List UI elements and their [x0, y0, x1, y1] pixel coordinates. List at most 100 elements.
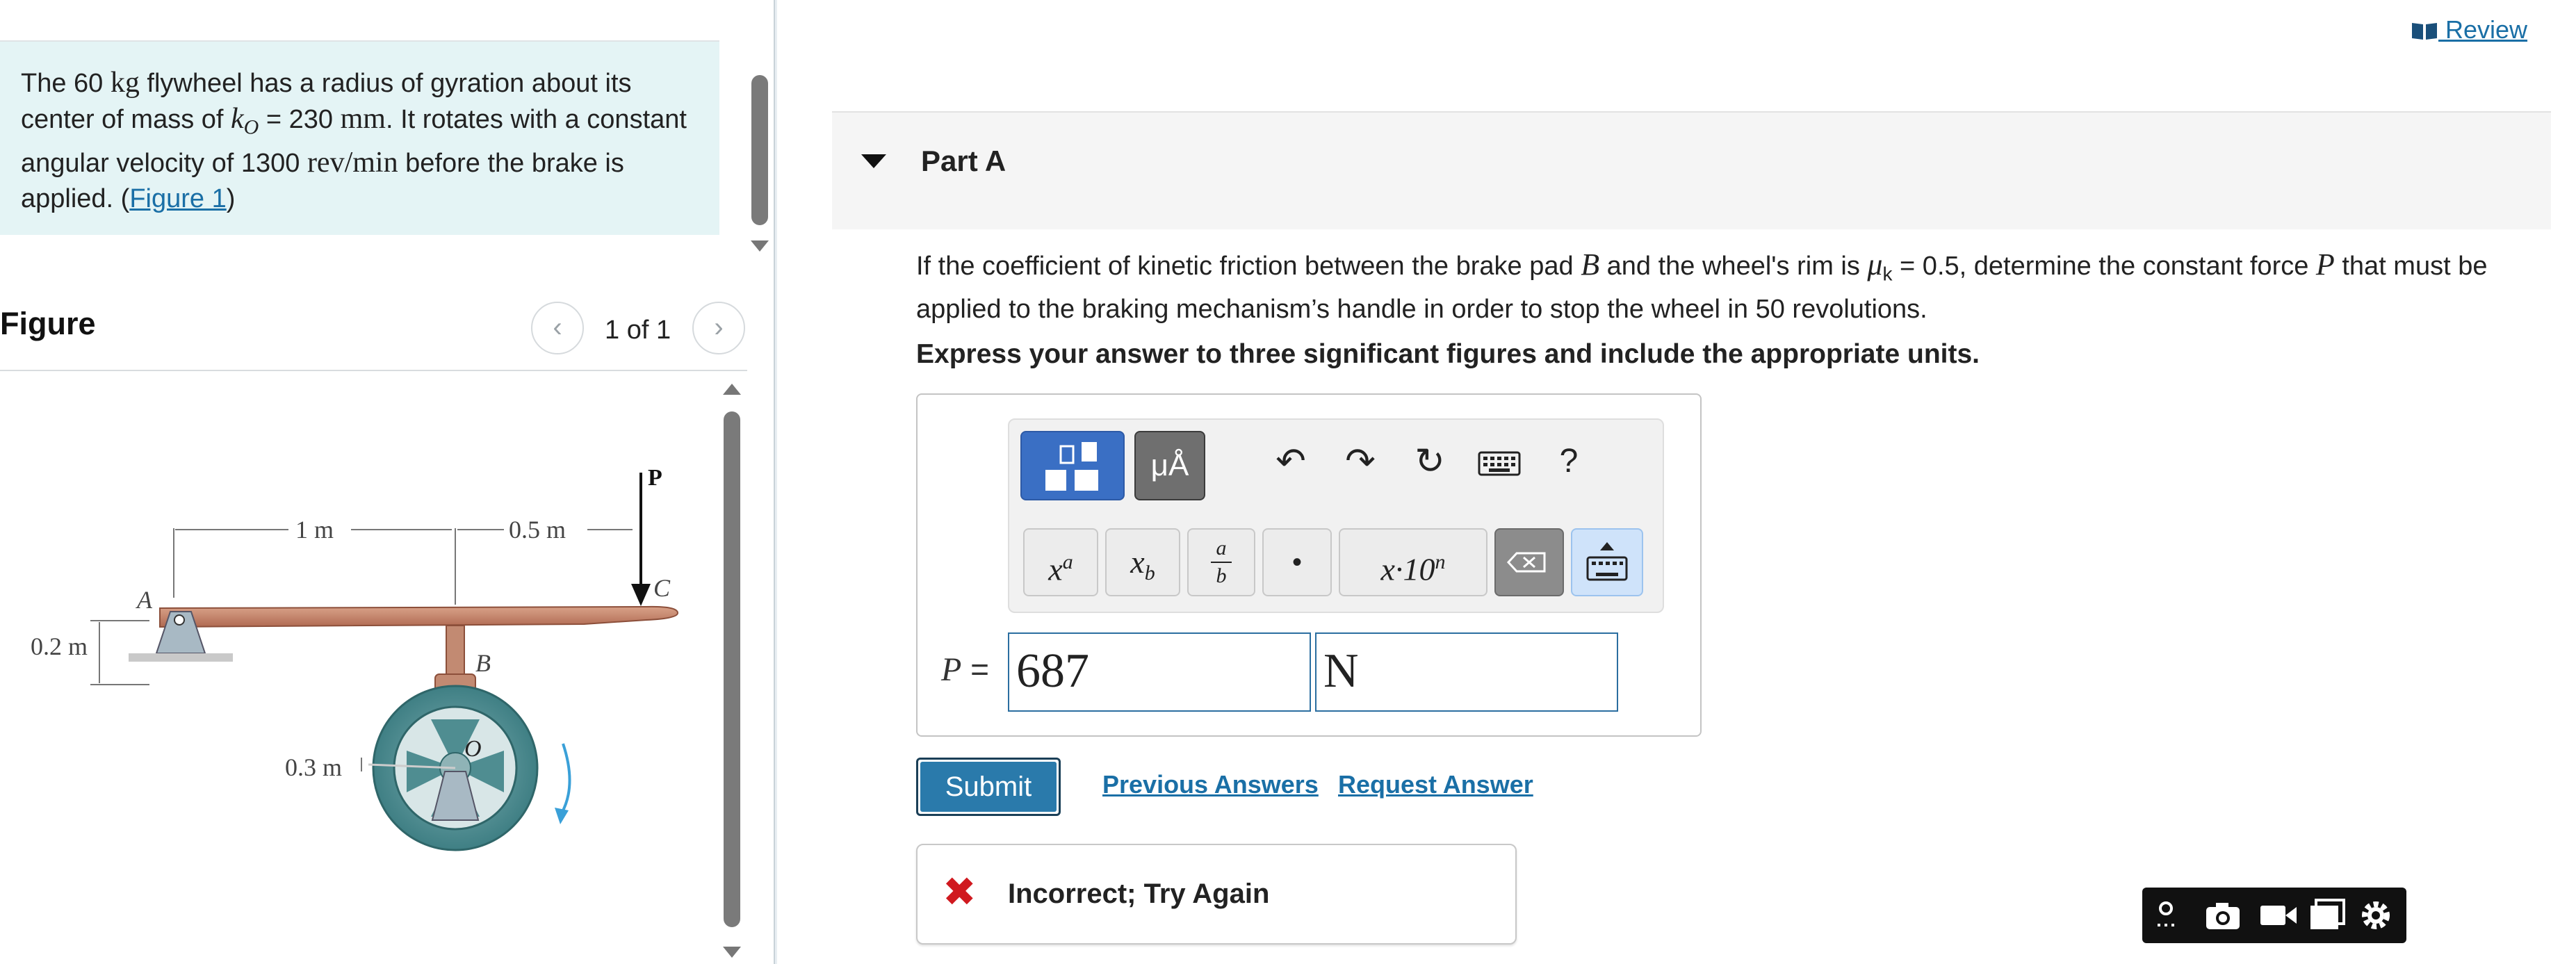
problem-text-1: The 60	[21, 69, 111, 98]
superscript-base: x	[1048, 551, 1063, 587]
length-unit: mm	[340, 103, 386, 135]
feedback-message: Incorrect; Try Again	[1008, 879, 1270, 909]
symbol-b: B	[1581, 247, 1600, 281]
redo-icon[interactable]: ↷	[1336, 441, 1385, 482]
part-header[interactable]: Part A	[832, 111, 2551, 229]
answer-variable-label: P =	[941, 651, 989, 689]
rotation-arrow	[560, 743, 571, 814]
backspace-button[interactable]	[1494, 528, 1564, 596]
brake-stem	[446, 625, 465, 680]
submit-button[interactable]: Submit	[916, 758, 1061, 816]
book-icon	[2412, 23, 2437, 40]
gear-icon[interactable]	[2355, 894, 2397, 936]
mu-subscript: k	[1882, 263, 1893, 285]
help-button[interactable]: ?	[1544, 441, 1593, 482]
media-toolbar	[2142, 888, 2406, 943]
scroll-up-arrow-icon[interactable]	[723, 384, 741, 395]
undo-icon[interactable]: ↶	[1266, 441, 1315, 482]
symbol-mu: μ	[1867, 247, 1883, 281]
problem-text-6: )	[226, 183, 236, 213]
sci-exp: n	[1435, 550, 1446, 573]
rotation-arrowhead	[555, 808, 569, 824]
backspace-icon	[1506, 552, 1546, 573]
link-icon[interactable]	[2149, 894, 2191, 936]
fraction-bar	[1211, 562, 1232, 563]
keyboard-toggle-icon	[1586, 542, 1628, 581]
scientific-notation-button[interactable]: x·10n	[1339, 528, 1487, 596]
chevron-left-icon: ‹	[553, 312, 562, 343]
problem-text-3: = 230	[259, 105, 341, 134]
collapse-caret-icon[interactable]	[861, 154, 886, 168]
answer-instructions: Express your answer to three significant…	[916, 339, 1980, 369]
figure-link[interactable]: Figure 1	[129, 184, 226, 213]
mass-unit: kg	[110, 67, 140, 99]
force-arrowhead	[631, 584, 651, 606]
dimension-1m-label: 1 m	[295, 516, 334, 544]
part-title: Part A	[921, 145, 1006, 177]
ground-hatch	[129, 653, 233, 662]
math-toolbar: μÅ ↶ ↷ ↻ ? xa xb a b • x·10n	[1008, 418, 1664, 613]
scroll-down-arrow-icon[interactable]	[751, 240, 769, 252]
fraction-button[interactable]: a b	[1187, 528, 1255, 596]
question-text-3: = 0.5, determine the constant force	[1892, 252, 2316, 281]
dimension-03m-label: 0.3 m	[285, 753, 342, 781]
templates-icon	[1045, 442, 1098, 491]
lever-arm	[159, 605, 679, 628]
fraction-numerator: a	[1216, 537, 1227, 559]
previous-answers-link[interactable]: Previous Answers	[1102, 770, 1319, 799]
question-text-2: and the wheel's rim is	[1599, 252, 1868, 281]
flywheel-brake-figure: 1 m 0.5 m 0.2 m A B P C O 0.3 m	[31, 465, 679, 851]
video-icon[interactable]	[2258, 894, 2299, 936]
answer-unit-input[interactable]: N	[1315, 632, 1618, 712]
feedback-box: ✖ Incorrect; Try Again	[916, 844, 1517, 945]
answer-variable: P	[941, 651, 962, 688]
dimension-05m-label: 0.5 m	[509, 516, 566, 544]
answer-value-input[interactable]: 687	[1008, 632, 1311, 712]
units-button[interactable]: μÅ	[1134, 431, 1205, 500]
fraction-denominator: b	[1216, 564, 1227, 587]
toggle-keyboard-button[interactable]	[1571, 528, 1643, 596]
request-answer-link[interactable]: Request Answer	[1338, 770, 1533, 799]
keyboard-icon	[1478, 451, 1521, 476]
left-pane: The 60 kg flywheel has a radius of gyrat…	[0, 0, 777, 964]
point-c-label: C	[653, 574, 671, 602]
subscript-base: x	[1130, 544, 1145, 580]
point-a-label: A	[136, 586, 153, 614]
question-text: If the coefficient of kinetic friction b…	[916, 247, 2536, 327]
incorrect-icon: ✖	[943, 869, 977, 915]
answer-box: μÅ ↶ ↷ ↻ ? xa xb a b • x·10n P = 687 N	[916, 393, 1702, 737]
figure-title: Figure	[0, 306, 96, 341]
sci-base: x·10	[1380, 551, 1435, 587]
previous-figure-button[interactable]: ‹	[531, 302, 584, 354]
superscript-button[interactable]: xa	[1023, 528, 1098, 596]
superscript-exp: a	[1062, 550, 1073, 573]
force-p-label: P	[648, 465, 662, 491]
keyboard-shortcuts-button[interactable]	[1475, 445, 1524, 487]
divider	[0, 370, 747, 371]
point-b-label: B	[475, 649, 491, 677]
next-figure-button[interactable]: ›	[692, 302, 745, 354]
camera-icon[interactable]	[2202, 894, 2244, 936]
answer-equals: =	[961, 651, 989, 687]
problem-scrollbar-thumb[interactable]	[751, 75, 768, 225]
figure-scrollbar-thumb[interactable]	[724, 411, 740, 927]
k-symbol: k	[231, 103, 244, 135]
review-label: Review	[2438, 15, 2528, 44]
symbol-p: P	[2315, 247, 2335, 281]
reset-icon[interactable]: ↻	[1405, 441, 1454, 482]
subscript-button[interactable]: xb	[1105, 528, 1180, 596]
scroll-down-arrow-icon[interactable]	[723, 947, 741, 958]
review-link[interactable]: Review	[2411, 15, 2527, 44]
problem-statement: The 60 kg flywheel has a radius of gyrat…	[0, 42, 719, 235]
figure-pager: 1 of 1	[605, 316, 671, 345]
pane-divider[interactable]	[774, 0, 777, 964]
dimension-02m-label: 0.2 m	[31, 632, 88, 660]
k-subscript: O	[243, 115, 259, 139]
multiply-dot-button[interactable]: •	[1262, 528, 1332, 596]
speed-unit: rev/min	[307, 146, 398, 179]
templates-button[interactable]	[1020, 431, 1125, 500]
windows-icon[interactable]	[2306, 894, 2348, 936]
pin-a	[174, 614, 185, 626]
question-text-1: If the coefficient of kinetic friction b…	[916, 252, 1581, 281]
submit-label: Submit	[920, 762, 1057, 812]
